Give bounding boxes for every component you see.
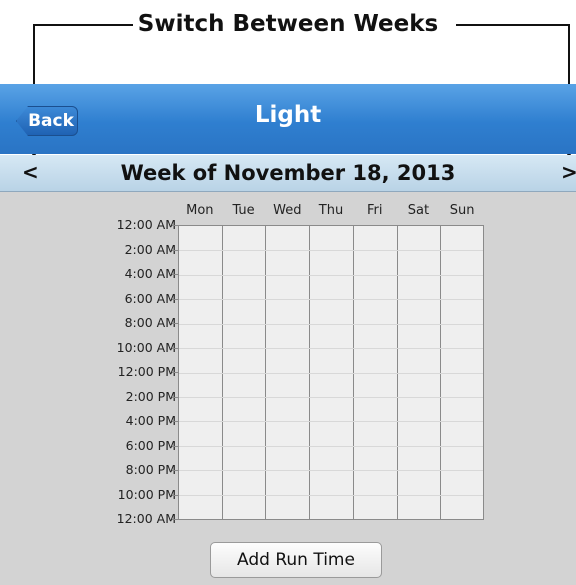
time-label: 2:00 PM [125, 388, 176, 404]
grid-row-line [179, 323, 483, 325]
time-label: 6:00 AM [124, 290, 176, 306]
time-label: 12:00 AM [116, 217, 176, 232]
time-label: 12:00 PM [117, 364, 176, 379]
time-label: 8:00 PM [125, 462, 176, 477]
grid-row-line [179, 274, 483, 276]
week-title: Week of November 18, 2013 [120, 161, 456, 185]
callout-line-right [456, 24, 570, 26]
page-title: Light [254, 102, 322, 128]
time-label: 10:00 PM [117, 486, 176, 502]
next-week-button[interactable]: > [561, 160, 576, 184]
grid-row-line [179, 421, 483, 423]
time-label: 4:00 AM [124, 266, 176, 281]
add-run-time-button[interactable]: Add Run Time [210, 542, 382, 578]
grid-row-line [179, 299, 483, 301]
grid-row-line [179, 470, 483, 472]
time-label: 10:00 AM [116, 339, 176, 355]
day-label: Sun [449, 203, 475, 218]
time-label: 8:00 AM [124, 315, 176, 330]
time-label: 4:00 PM [125, 413, 176, 428]
time-label: 6:00 PM [125, 437, 176, 453]
day-label: Fri [366, 203, 383, 218]
grid-row-line [179, 494, 483, 496]
schedule-grid[interactable] [178, 225, 484, 520]
day-label: Mon [186, 203, 214, 218]
grid-row-line [179, 348, 483, 350]
grid-row-line [179, 396, 483, 398]
grid-row-line [179, 372, 483, 374]
day-label: Thu [318, 203, 344, 218]
callout-line-left [33, 24, 133, 26]
day-label: Sat [407, 203, 430, 218]
time-label: 2:00 AM [124, 241, 176, 257]
grid-row-line [179, 250, 483, 252]
time-label: 12:00 AM [116, 511, 176, 526]
grid-row-line [179, 445, 483, 447]
day-label: Wed [273, 203, 302, 218]
day-label: Tue [232, 203, 255, 218]
